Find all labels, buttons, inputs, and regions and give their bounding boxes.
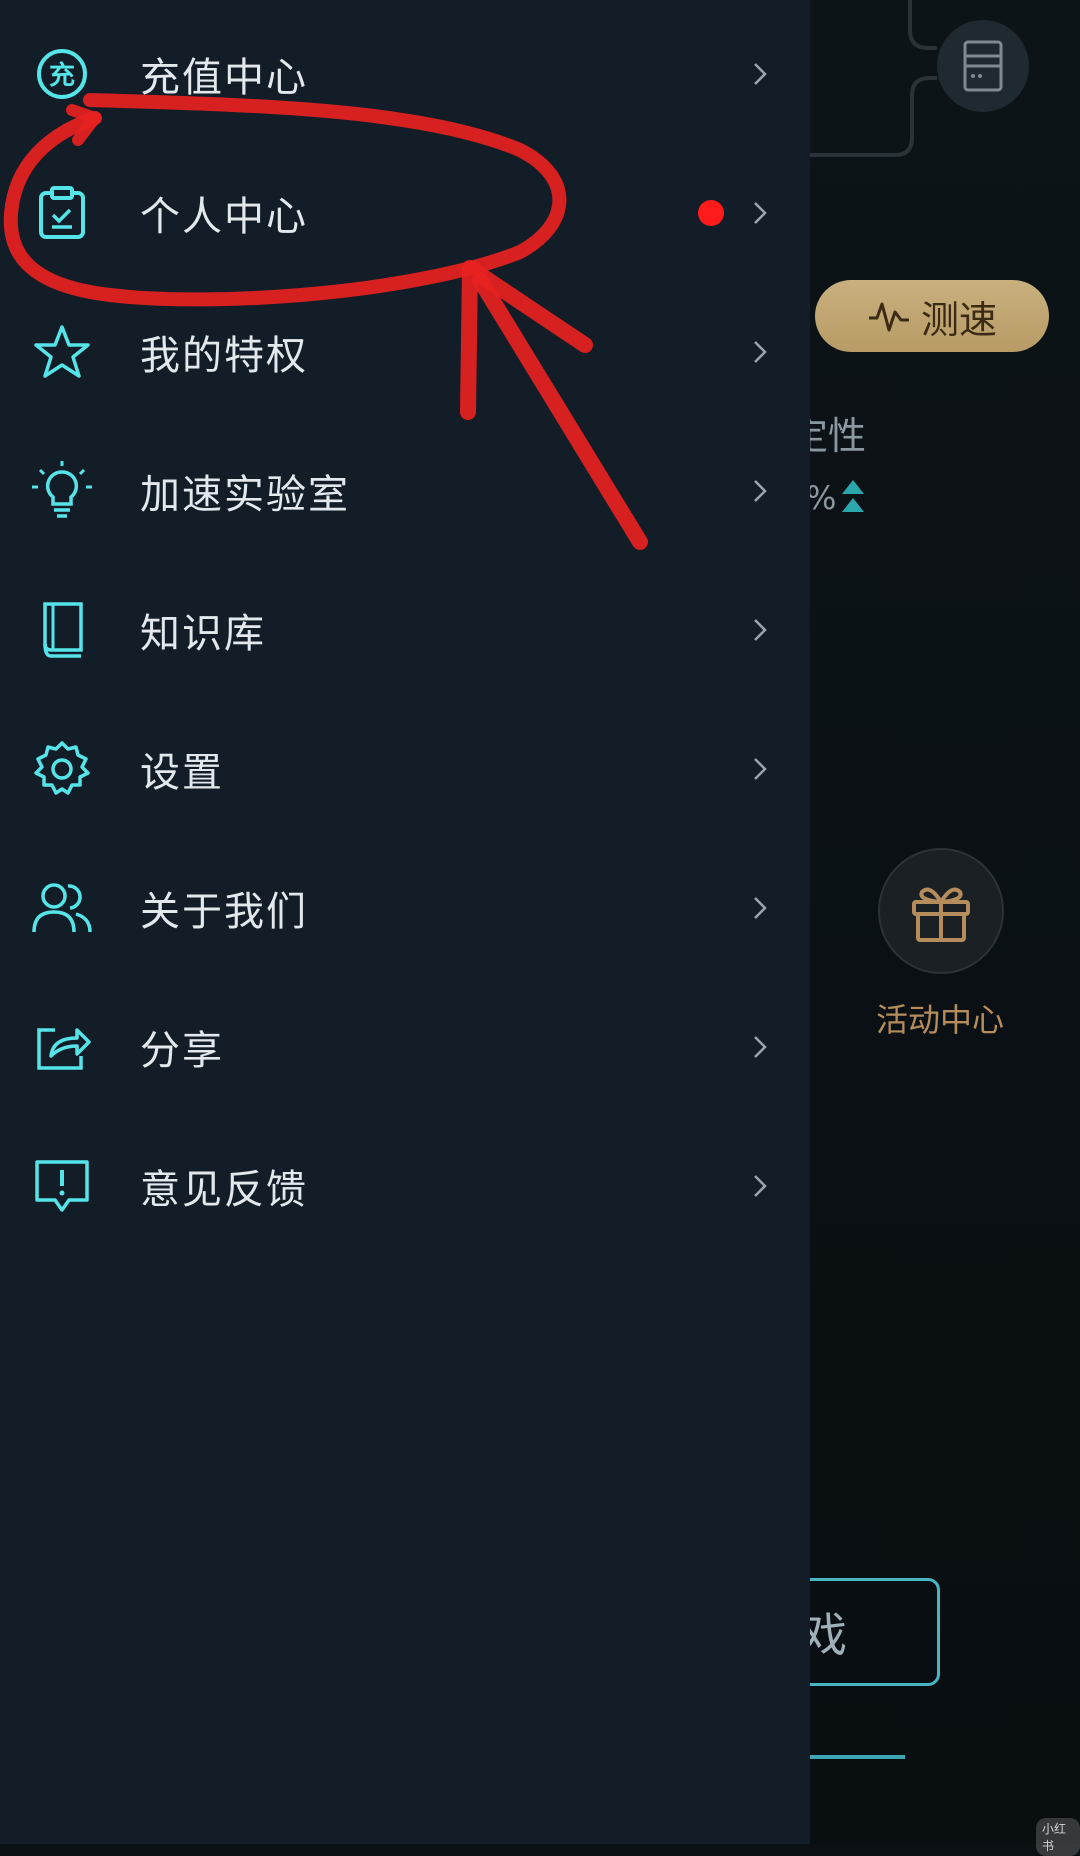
menu-item-recharge-center[interactable]: 充 充值中心: [0, 4, 810, 143]
menu-item-knowledge-base[interactable]: 知识库: [0, 560, 810, 699]
activity-center-label: 活动中心: [875, 1001, 1004, 1039]
menu-item-settings[interactable]: 设置: [0, 699, 810, 838]
activity-center-button[interactable]: [878, 848, 1004, 974]
menu-item-personal-center[interactable]: 个人中心: [0, 143, 810, 282]
double-up-arrow-icon: [842, 480, 865, 512]
menu-item-share[interactable]: 分享: [0, 977, 810, 1116]
lightbulb-icon: [30, 459, 94, 523]
menu-item-my-privileges[interactable]: 我的特权: [0, 282, 810, 421]
chevron-right-icon: [748, 340, 772, 364]
menu-item-feedback[interactable]: 意见反馈: [0, 1116, 810, 1255]
chevron-right-icon: [748, 618, 772, 642]
chevron-right-icon: [748, 479, 772, 503]
speed-test-label: 测速: [920, 297, 997, 342]
star-icon: [30, 320, 94, 384]
menu-item-label: 我的特权: [140, 332, 308, 379]
book-icon: [30, 598, 94, 662]
side-drawer: 充 充值中心 个人中心 我的特权 加速实验室 知识库 设置 关于我们 分享 意见…: [0, 0, 810, 1844]
feedback-icon: [30, 1154, 94, 1218]
chevron-right-icon: [748, 1035, 772, 1059]
notification-dot: [698, 199, 724, 226]
stability-percent-fragment: %: [806, 478, 866, 518]
chevron-right-icon: [748, 62, 772, 86]
menu-item-label: 充值中心: [140, 54, 308, 101]
users-icon: [30, 876, 94, 940]
menu-item-label: 关于我们: [140, 888, 308, 935]
gear-icon: [30, 737, 94, 801]
percent-sign: %: [806, 479, 837, 517]
chevron-right-icon: [748, 1174, 772, 1198]
menu-item-about-us[interactable]: 关于我们: [0, 838, 810, 977]
menu-item-label: 加速实验室: [140, 471, 350, 518]
server-icon: [963, 40, 1003, 92]
menu-item-label: 知识库: [140, 610, 266, 657]
chevron-right-icon: [748, 757, 772, 781]
menu-item-label: 意见反馈: [140, 1166, 308, 1213]
menu-item-label: 设置: [140, 749, 224, 796]
share-icon: [30, 1015, 94, 1079]
gift-icon: [912, 887, 970, 942]
speed-test-button[interactable]: 测速: [815, 280, 1049, 352]
chevron-right-icon: [748, 896, 772, 920]
clipboard-check-icon: [30, 181, 94, 245]
watermark: 小红书: [1036, 1818, 1080, 1856]
recharge-icon: 充: [30, 42, 94, 106]
menu-item-acceleration-lab[interactable]: 加速实验室: [0, 421, 810, 560]
server-button[interactable]: [937, 20, 1029, 112]
bottom-indicator: [805, 1755, 905, 1759]
svg-text:充: 充: [49, 60, 75, 91]
menu-item-label: 个人中心: [140, 193, 308, 240]
pulse-icon: [868, 302, 909, 332]
chevron-right-icon: [748, 201, 772, 225]
menu-item-label: 分享: [140, 1027, 224, 1074]
